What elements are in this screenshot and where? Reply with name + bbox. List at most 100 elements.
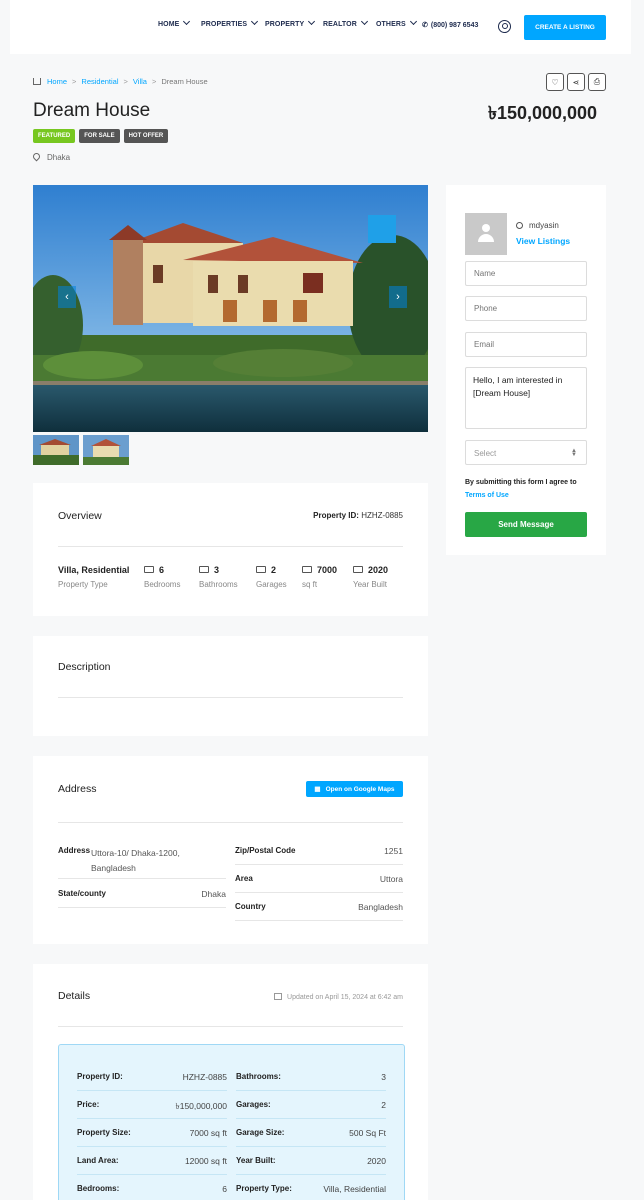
- create-listing-button[interactable]: CREATE A LISTING: [524, 15, 606, 40]
- detail-value: HZHZ-0885: [182, 1072, 227, 1082]
- agree-text: By submitting this form I agree to: [465, 479, 577, 486]
- maps-button-label: Open on Google Maps: [325, 785, 395, 793]
- nav-home[interactable]: HOME: [158, 17, 191, 28]
- breadcrumb-current: Dream House: [161, 77, 208, 86]
- inquiry-select[interactable]: Select ▲ ▼: [465, 440, 587, 465]
- chevron-down-icon: [183, 17, 191, 26]
- country-label: Country: [235, 902, 266, 911]
- bathrooms-value: 3: [214, 565, 220, 575]
- nav-property[interactable]: PROPERTY: [265, 17, 316, 28]
- detail-label: Bedrooms:: [77, 1184, 120, 1193]
- name-field[interactable]: [465, 261, 587, 286]
- ruler-icon: [302, 566, 312, 573]
- divider: [58, 907, 226, 908]
- overview-property-id: Property ID: HZHZ-0885: [313, 511, 403, 520]
- message-field[interactable]: Hello, I am interested in [Dream House]: [465, 367, 587, 429]
- site-header: HOME PROPERTIES PROPERTY REALTOR OTHERS …: [10, 0, 631, 54]
- nav-properties[interactable]: PROPERTIES: [201, 17, 259, 28]
- send-message-button[interactable]: Send Message: [465, 512, 587, 537]
- user-account-icon[interactable]: [498, 20, 511, 33]
- detail-label: Price:: [77, 1100, 100, 1109]
- area-label: Area: [235, 874, 253, 883]
- nav-others-label: OTHERS: [376, 21, 406, 28]
- detail-label: Land Area:: [77, 1156, 119, 1165]
- chevron-down-icon: [360, 17, 368, 26]
- nav-realtor-label: REALTOR: [323, 21, 357, 28]
- detail-label: Property ID:: [77, 1072, 123, 1081]
- address-card: Address ▦ Open on Google Maps Address Utt…: [33, 756, 428, 944]
- size-label: sq ft: [302, 580, 318, 589]
- calendar-icon: [353, 566, 363, 573]
- print-icon[interactable]: ⎙: [588, 73, 606, 91]
- view-listings-link[interactable]: View Listings: [516, 236, 570, 246]
- zip-value: 1251: [384, 846, 403, 856]
- detail-label: Property Type:: [236, 1184, 292, 1193]
- nav-others[interactable]: OTHERS: [376, 17, 417, 28]
- main-nav: HOME PROPERTIES PROPERTY REALTOR OTHERS …: [10, 0, 631, 54]
- favorite-icon[interactable]: ♡: [546, 73, 564, 91]
- gallery-next-arrow[interactable]: ›: [389, 286, 407, 308]
- nav-realtor[interactable]: REALTOR: [323, 17, 368, 28]
- gallery-expand-icon[interactable]: [368, 215, 396, 243]
- bedrooms-label: Bedrooms: [144, 580, 181, 589]
- map-icon: ▦: [314, 786, 321, 793]
- gallery-prev-arrow[interactable]: ‹: [58, 286, 76, 308]
- garages-value: 2: [271, 565, 277, 575]
- agent-name-text: mdyasin: [529, 221, 559, 230]
- car-icon: [256, 566, 266, 573]
- listing-badges: FEATURED FOR SALE HOT OFFER: [33, 129, 169, 143]
- breadcrumb-home[interactable]: Home: [47, 77, 67, 86]
- overview-bedrooms: 6 Bedrooms: [144, 565, 180, 589]
- gallery-thumbnail[interactable]: [83, 435, 129, 465]
- gallery-thumbnail[interactable]: [33, 435, 79, 465]
- phone-number: (800) 987 6543: [430, 22, 479, 29]
- nav-home-label: HOME: [158, 21, 180, 28]
- share-icon[interactable]: ⋖: [567, 73, 585, 91]
- detail-label: Year Built:: [236, 1156, 276, 1165]
- bed-icon: [144, 566, 154, 573]
- email-field[interactable]: [465, 332, 587, 357]
- chevron-right-icon: >: [151, 77, 157, 86]
- divider: [236, 1090, 386, 1091]
- chevron-down-icon: [409, 17, 417, 26]
- page-title: Dream House: [33, 100, 151, 121]
- details-table: Property ID: HZHZ-0885 Price: ৳150,000,0…: [58, 1044, 405, 1200]
- open-google-maps-button[interactable]: ▦ Open on Google Maps: [306, 781, 403, 797]
- user-icon: [516, 222, 523, 229]
- phone-field[interactable]: [465, 296, 587, 321]
- property-type-value: Villa, Residential: [58, 565, 130, 575]
- breadcrumb-villa[interactable]: Villa: [133, 77, 147, 86]
- gallery-thumbnails: [33, 435, 129, 465]
- home-icon: [33, 78, 41, 85]
- overview-bathrooms: 3 Bathrooms: [199, 565, 238, 589]
- overview-property-type: Villa, Residential Property Type: [58, 565, 129, 589]
- zip-label: Zip/Postal Code: [235, 846, 296, 855]
- property-id-value: HZHZ-0885: [361, 511, 403, 520]
- select-arrows-icon: ▲ ▼: [571, 448, 577, 458]
- overview-card: Overview Property ID: HZHZ-0885 Villa, R…: [33, 483, 428, 616]
- nav-properties-label: PROPERTIES: [201, 21, 248, 28]
- divider: [58, 878, 226, 879]
- year-built-label: Year Built: [353, 580, 387, 589]
- detail-value: Villa, Residential: [323, 1184, 386, 1194]
- detail-value: 500 Sq Ft: [349, 1128, 386, 1138]
- divider: [77, 1118, 227, 1119]
- address-title: Address: [58, 783, 97, 795]
- badge-featured: FEATURED: [33, 129, 76, 143]
- terms-link[interactable]: Terms of Use: [465, 492, 509, 499]
- terms-agreement: By submitting this form I agree to Terms …: [465, 476, 595, 502]
- divider: [236, 1174, 386, 1175]
- detail-value: 6: [222, 1184, 227, 1194]
- detail-value: 7000 sq ft: [189, 1128, 227, 1138]
- updated-text: Updated on April 15, 2024 at 6:42 am: [287, 994, 403, 1001]
- property-gallery[interactable]: ‹ ›: [33, 185, 428, 432]
- breadcrumb-residential[interactable]: Residential: [81, 77, 118, 86]
- avatar: [465, 213, 507, 255]
- phone-link[interactable]: ✆ (800) 987 6543: [422, 21, 478, 29]
- size-value: 7000: [317, 565, 338, 575]
- detail-value: 2020: [367, 1156, 386, 1166]
- address-value: Uttora-10/ Dhaka-1200, Bangladesh: [91, 848, 180, 873]
- badge-hot-offer: HOT OFFER: [123, 129, 169, 143]
- agent-name: mdyasin: [516, 221, 559, 230]
- address-label: Address: [58, 846, 91, 855]
